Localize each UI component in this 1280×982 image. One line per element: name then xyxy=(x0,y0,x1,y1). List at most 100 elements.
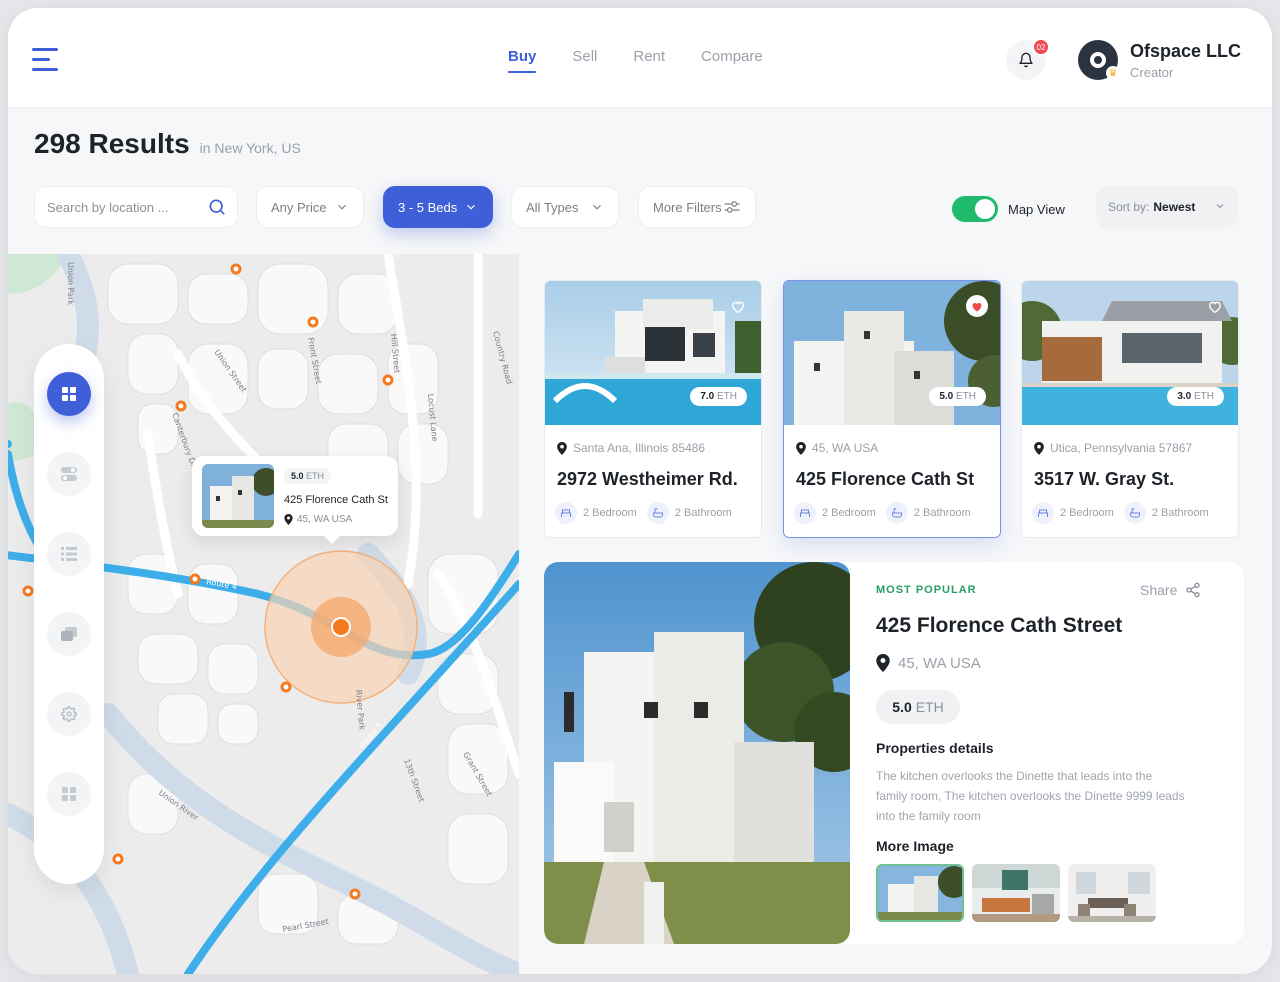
tab-buy[interactable]: Buy xyxy=(508,48,537,73)
listing-features: 2 Bedroom 2 Bathroom xyxy=(1032,502,1209,524)
app-window: Buy Sell Rent Compare 02 ♛ Ofspace LLC C… xyxy=(8,8,1272,974)
sort-value: Newest xyxy=(1153,200,1196,214)
grid-icon xyxy=(62,387,76,401)
favorite-button[interactable] xyxy=(1204,295,1226,317)
bathroom-feature: 2 Bathroom xyxy=(646,502,732,524)
price-dropdown-label: Any Price xyxy=(271,199,327,215)
map-street-label: Union Park xyxy=(66,262,75,305)
gallery-thumbnail[interactable] xyxy=(1068,864,1156,922)
tab-compare[interactable]: Compare xyxy=(701,48,763,73)
settings-button[interactable] xyxy=(47,692,91,736)
beds-dropdown[interactable]: 3 - 5 Beds xyxy=(383,186,493,228)
gear-icon xyxy=(61,706,77,722)
map-panel[interactable]: Union Park Union Street Front Street Hil… xyxy=(8,254,519,974)
property-price-badge: 5.0 ETH xyxy=(876,690,960,724)
bed-icon xyxy=(555,502,577,524)
bathtub-icon xyxy=(646,502,669,524)
price-badge: 3.0 ETH xyxy=(1167,387,1224,406)
property-main-image[interactable] xyxy=(544,562,850,944)
location-pin-icon xyxy=(1034,441,1044,455)
notifications-button[interactable]: 02 xyxy=(1006,38,1050,80)
property-detail-panel: MOST POPULAR Share 425 Florence Cath Str… xyxy=(544,562,1244,944)
search-box xyxy=(34,186,238,228)
sort-label: Sort by: xyxy=(1108,200,1150,214)
gallery-thumbnail[interactable] xyxy=(972,864,1060,922)
dashboard-button[interactable] xyxy=(47,772,91,816)
listing-title: 3517 W. Gray St. xyxy=(1034,469,1175,489)
user-name: Ofspace LLC xyxy=(1130,40,1242,61)
map-property-popup[interactable]: 5.0 ETH 425 Florence Cath St 45, WA USA xyxy=(192,456,398,544)
listing-location: Utica, Pennsylvania 57867 xyxy=(1034,441,1192,455)
bedroom-feature: 2 Bedroom xyxy=(1032,502,1114,524)
map-view-label: Map View xyxy=(1008,201,1065,217)
location-pin-icon xyxy=(876,654,890,672)
types-dropdown[interactable]: All Types xyxy=(511,186,619,228)
results-summary: 298 Results in New York, US xyxy=(34,128,301,160)
heart-icon xyxy=(732,301,744,313)
grid-view-button[interactable] xyxy=(47,372,91,416)
price-badge: 5.0 ETH xyxy=(929,387,986,406)
location-pin-icon xyxy=(796,441,806,455)
images-icon xyxy=(61,627,77,641)
chevron-down-icon xyxy=(338,204,346,210)
search-icon[interactable] xyxy=(207,197,227,217)
listing-features: 2 Bedroom 2 Bathroom xyxy=(555,502,732,524)
popup-house-thumbnail xyxy=(202,464,274,528)
location-pin-icon xyxy=(557,441,567,455)
listing-card[interactable]: 7.0 ETH Santa Ana, Illinois 85486 2972 W… xyxy=(544,280,762,538)
bathroom-feature: 2 Bathroom xyxy=(885,502,971,524)
tab-rent[interactable]: Rent xyxy=(633,48,665,73)
heart-icon xyxy=(1209,301,1221,313)
property-title: 425 Florence Cath Street xyxy=(876,614,1123,637)
toggles-button[interactable] xyxy=(47,452,91,496)
crown-icon: ♛ xyxy=(1106,66,1120,80)
bell-icon xyxy=(1019,52,1033,68)
map-toolbar xyxy=(34,344,104,884)
favorite-button[interactable] xyxy=(966,295,988,317)
property-description: The kitchen overlooks the Dinette that l… xyxy=(876,769,1185,823)
listing-title: 2972 Westheimer Rd. xyxy=(557,469,738,489)
listing-card[interactable]: 5.0 ETH 45, WA USA 425 Florence Cath St … xyxy=(783,280,1001,538)
results-location: in New York, US xyxy=(199,140,301,156)
beds-dropdown-label: 3 - 5 Beds xyxy=(398,199,458,215)
chevron-down-icon xyxy=(593,204,601,210)
user-role: Creator xyxy=(1130,64,1174,80)
chevron-down-icon xyxy=(1216,204,1224,209)
location-pin-icon xyxy=(284,514,293,525)
main-nav: Buy Sell Rent Compare xyxy=(508,48,763,73)
menu-icon[interactable] xyxy=(32,48,58,72)
price-dropdown[interactable]: Any Price xyxy=(256,186,364,228)
user-profile[interactable]: ♛ Ofspace LLC Creator xyxy=(1078,40,1241,80)
types-dropdown-label: All Types xyxy=(526,199,579,215)
heart-filled-icon xyxy=(972,302,982,311)
bathroom-feature: 2 Bathroom xyxy=(1123,502,1209,524)
gallery-thumbnail[interactable] xyxy=(876,864,964,922)
share-icon xyxy=(1186,582,1201,598)
bedroom-feature: 2 Bedroom xyxy=(794,502,876,524)
map-view-toggle[interactable]: Map View xyxy=(952,196,1065,222)
more-filters-button[interactable]: More Filters xyxy=(638,186,756,228)
tab-sell[interactable]: Sell xyxy=(572,48,597,73)
notification-badge: 02 xyxy=(1032,38,1050,56)
toggle-switch[interactable] xyxy=(952,196,998,222)
dashboard-icon xyxy=(62,787,76,801)
popup-address: 425 Florence Cath St xyxy=(284,494,388,506)
popup-location: 45, WA USA xyxy=(284,514,352,525)
avatar: ♛ xyxy=(1078,40,1120,80)
listing-title: 425 Florence Cath St xyxy=(796,469,975,489)
listing-card[interactable]: 3.0 ETH Utica, Pennsylvania 57867 3517 W… xyxy=(1021,280,1239,538)
list-view-button[interactable] xyxy=(47,532,91,576)
sort-dropdown[interactable]: Sort by: Newest xyxy=(1096,186,1238,228)
popup-price-badge: 5.0 ETH xyxy=(284,468,332,484)
popular-badge: MOST POPULAR xyxy=(876,584,977,596)
gallery-button[interactable] xyxy=(47,612,91,656)
listing-location: 45, WA USA xyxy=(796,441,878,455)
listing-features: 2 Bedroom 2 Bathroom xyxy=(794,502,971,524)
bed-icon xyxy=(1032,502,1054,524)
favorite-button[interactable] xyxy=(727,295,749,317)
search-input[interactable] xyxy=(47,199,197,215)
listing-location: Santa Ana, Illinois 85486 xyxy=(557,441,705,455)
share-button[interactable]: Share xyxy=(1140,582,1201,598)
toggle-icon xyxy=(61,467,77,481)
sliders-icon xyxy=(724,201,740,213)
